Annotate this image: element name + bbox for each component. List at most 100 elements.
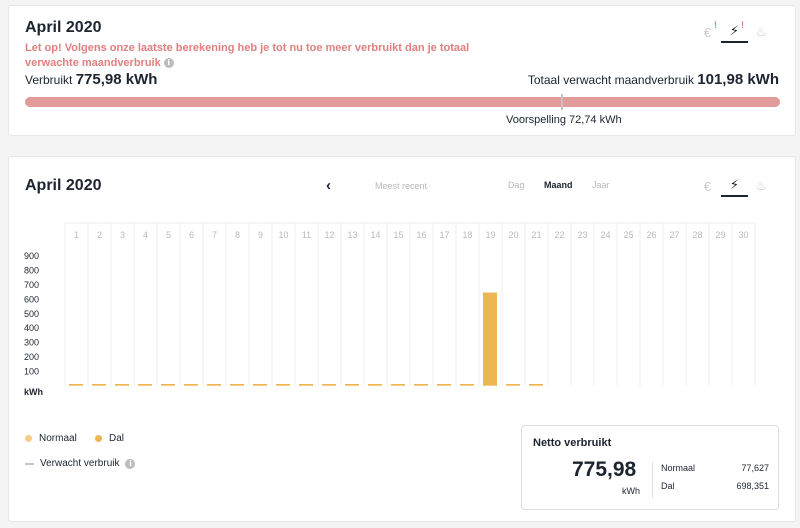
summary-title: April 2020 xyxy=(25,19,102,36)
x-tick-label: 14 xyxy=(370,230,380,240)
y-tick-label: 100 xyxy=(24,367,39,377)
warning-text: Let op! Volgens onze laatste berekening … xyxy=(25,42,470,69)
bar-normaal xyxy=(253,385,267,386)
bar-normaal xyxy=(437,385,451,386)
bar-dal xyxy=(276,383,290,385)
x-tick-label: 6 xyxy=(189,230,194,240)
bar-normaal xyxy=(483,385,497,386)
net-usage-divider xyxy=(652,462,653,498)
bar-normaal xyxy=(115,385,129,386)
bar-dal xyxy=(345,383,359,385)
legend-expected-label: Verwacht verbruik xyxy=(40,458,120,469)
x-tick-label: 28 xyxy=(692,230,702,240)
x-tick-label: 27 xyxy=(669,230,679,240)
info-icon[interactable]: i xyxy=(125,458,136,469)
x-tick-label: 4 xyxy=(143,230,148,240)
bar-dal xyxy=(207,384,221,385)
bar-normaal xyxy=(207,385,221,386)
x-tick-label: 22 xyxy=(554,230,564,240)
x-tick-label: 8 xyxy=(235,230,240,240)
bar-normaal xyxy=(69,385,83,386)
bar-normaal xyxy=(276,385,290,386)
bar-dal xyxy=(161,384,175,385)
bar-dal xyxy=(253,384,267,385)
bar-dal xyxy=(92,384,106,385)
bar-dal xyxy=(460,384,474,385)
x-tick-label: 10 xyxy=(278,230,288,240)
usage-bar-chart: 1 2 3 4 5 6 7 8 9 10 11 12 13 14 15 16 17 18 19 20 21 22 23 24 2… xyxy=(24,222,756,397)
monthly-summary-card: April 2020 Let op! Volgens onze laatste … xyxy=(8,5,796,136)
bar-normaal xyxy=(368,385,382,386)
net-usage-unit: kWh xyxy=(622,486,640,496)
net-dal-row: Dal 698,351 xyxy=(661,481,769,491)
x-tick-label: 19 xyxy=(485,230,495,240)
bar-normaal xyxy=(299,385,313,386)
bar-normaal xyxy=(414,385,428,386)
x-tick-label: 21 xyxy=(531,230,541,240)
x-tick-label: 13 xyxy=(347,230,357,240)
y-tick-label: 500 xyxy=(24,309,39,319)
bar-normaal xyxy=(184,385,198,386)
info-icon[interactable]: i xyxy=(163,58,174,69)
bar-dal xyxy=(184,384,198,385)
x-tick-label: 15 xyxy=(393,230,403,240)
usage-chart-card: April 2020 ‹ Meest recent Dag Maand Jaar €… xyxy=(8,156,796,522)
net-usage-box: Netto verbruikt 775,98 kWh Normaal 77,62… xyxy=(521,425,779,510)
expected-row: Totaal verwacht maandverbruik 101,98 kWh xyxy=(528,71,779,88)
x-tick-label: 23 xyxy=(577,230,587,240)
x-tick-label: 20 xyxy=(508,230,518,240)
bar-dal xyxy=(414,384,428,385)
bar-dal xyxy=(506,384,520,385)
bar-dal xyxy=(483,292,497,385)
usage-row: Verbruikt 775,98 kWh xyxy=(25,71,157,88)
y-tick-label: 400 xyxy=(24,323,39,333)
gas-icon-glyph: ♨ xyxy=(755,24,768,39)
y-tick-label: 900 xyxy=(24,251,39,261)
electricity-icon[interactable]: ⚡! xyxy=(721,20,748,43)
bar-dal xyxy=(230,384,244,385)
alert-badge: ! xyxy=(714,20,717,30)
y-tick-label: 700 xyxy=(24,280,39,290)
legend-dal-label: Dal xyxy=(109,433,125,444)
bar-normaal xyxy=(92,385,106,386)
x-tick-label: 7 xyxy=(212,230,217,240)
x-tick-label: 30 xyxy=(738,230,748,240)
bar-dal xyxy=(138,384,152,385)
bar-dal xyxy=(322,384,336,385)
y-tick-label: 600 xyxy=(24,294,39,304)
x-tick-label: 11 xyxy=(302,230,311,240)
x-tick-label: 17 xyxy=(439,230,449,240)
usage-progress-bar xyxy=(25,97,780,107)
bar-normaal xyxy=(161,385,175,386)
x-tick-label: 9 xyxy=(258,230,263,240)
bar-normaal xyxy=(460,385,474,386)
usage-value: 775,98 kWh xyxy=(75,71,158,88)
legend-expected: Verwacht verbruik i xyxy=(25,458,136,469)
net-dal-label: Dal xyxy=(661,481,675,491)
x-tick-label: 3 xyxy=(120,230,125,240)
bar-normaal xyxy=(506,385,520,386)
expected-label: Totaal verwacht maandverbruik xyxy=(527,73,694,87)
bar-dal xyxy=(299,384,313,385)
net-normaal-row: Normaal 77,627 xyxy=(661,463,769,473)
bar-dal xyxy=(529,384,543,385)
x-tick-label: 16 xyxy=(416,230,426,240)
x-tick-label: 12 xyxy=(324,230,334,240)
x-tick-label: 1 xyxy=(74,230,79,240)
bar-normaal xyxy=(529,385,543,386)
gas-icon[interactable]: ♨ xyxy=(748,21,775,43)
y-tick-label: 800 xyxy=(24,265,39,275)
x-tick-label: 18 xyxy=(462,230,472,240)
euro-icon-glyph: € xyxy=(703,24,712,40)
net-dal-value: 698,351 xyxy=(736,481,769,491)
bar-normaal xyxy=(345,385,359,386)
normaal-dot xyxy=(25,435,32,442)
net-usage-value: 775,98 xyxy=(572,458,637,481)
euro-icon[interactable]: €! xyxy=(694,20,721,43)
usage-label: Verbruikt xyxy=(25,73,73,87)
y-axis-unit: kWh xyxy=(24,387,43,397)
bar-dal xyxy=(391,384,405,385)
y-tick-label: 200 xyxy=(24,352,39,362)
x-tick-label: 24 xyxy=(600,230,610,240)
legend-normaal-label: Normaal xyxy=(39,433,77,444)
